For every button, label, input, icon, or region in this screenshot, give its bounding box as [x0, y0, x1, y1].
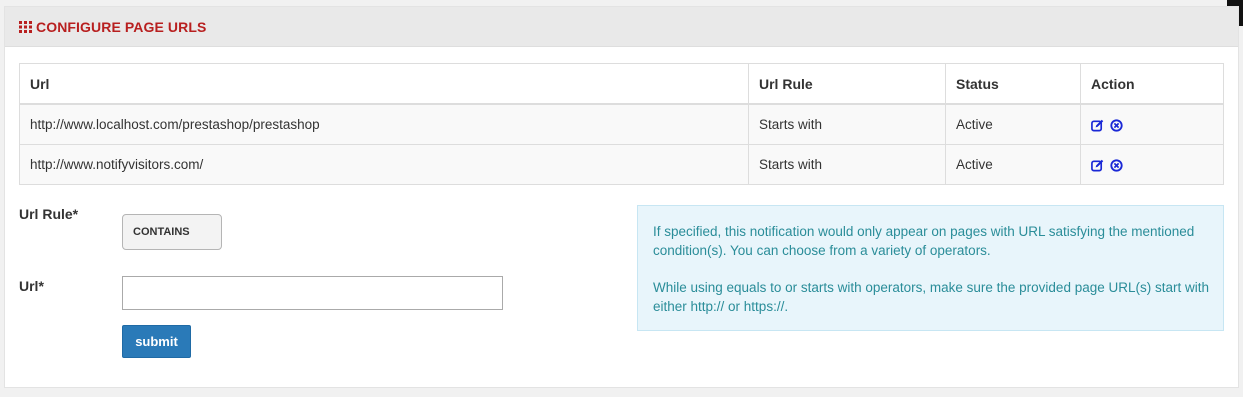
edit-icon[interactable] — [1091, 119, 1104, 132]
column-header-url: Url — [19, 63, 749, 105]
info-box: If specified, this notification would on… — [637, 205, 1224, 331]
url-rule-selected-value: CONTAINS — [133, 226, 190, 238]
column-header-url-rule: Url Rule — [748, 63, 946, 105]
column-header-status: Status — [945, 63, 1081, 105]
configure-urls-panel: CONFIGURE PAGE URLS Url Url Rule Status … — [4, 6, 1239, 388]
cell-url: http://www.localhost.com/prestashop/pres… — [19, 103, 749, 145]
delete-icon[interactable] — [1110, 159, 1123, 172]
panel-title: CONFIGURE PAGE URLS — [36, 18, 207, 35]
column-header-action: Action — [1080, 63, 1224, 105]
url-label: Url* — [19, 278, 44, 294]
submit-button[interactable]: submit — [122, 325, 191, 358]
table-header-row: Url Url Rule Status Action — [19, 63, 1224, 105]
url-rule-label: Url Rule* — [19, 206, 79, 222]
info-paragraph-1: If specified, this notification would on… — [653, 224, 1195, 258]
cell-status: Active — [945, 144, 1081, 185]
cell-action — [1080, 144, 1224, 185]
table-row: http://www.localhost.com/prestashop/pres… — [19, 103, 1224, 145]
edit-icon[interactable] — [1091, 159, 1104, 172]
panel-heading: CONFIGURE PAGE URLS — [5, 7, 1238, 47]
cell-url: http://www.notifyvisitors.com/ — [19, 144, 749, 185]
delete-icon[interactable] — [1110, 119, 1123, 132]
cell-action — [1080, 103, 1224, 145]
cell-url-rule: Starts with — [748, 144, 946, 185]
table-row: http://www.notifyvisitors.com/ Starts wi… — [19, 144, 1224, 185]
cell-url-rule: Starts with — [748, 103, 946, 145]
urls-table: Url Url Rule Status Action http://www.lo… — [19, 63, 1224, 185]
info-paragraph-2: While using equals to or starts with ope… — [653, 280, 1209, 314]
url-input[interactable] — [122, 276, 503, 310]
grid-icon — [19, 20, 32, 33]
url-rule-select[interactable]: CONTAINS — [122, 214, 222, 250]
cell-status: Active — [945, 103, 1081, 145]
